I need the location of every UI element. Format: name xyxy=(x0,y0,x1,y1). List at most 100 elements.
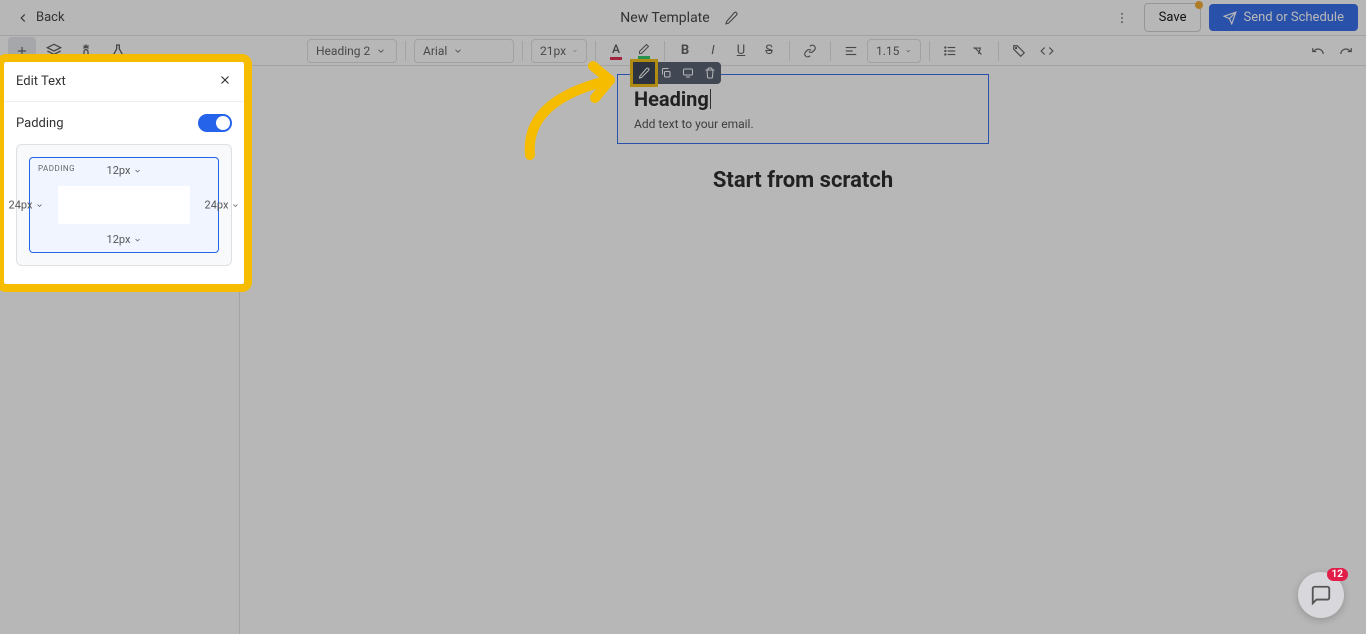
padding-center-box xyxy=(58,186,190,224)
left-tools xyxy=(8,37,132,65)
separator xyxy=(595,41,596,61)
strike-icon: S xyxy=(765,43,773,58)
font-select[interactable]: Arial xyxy=(414,39,514,63)
separator xyxy=(789,41,790,61)
block-preview-button[interactable] xyxy=(677,62,699,84)
header-title-group: New Template xyxy=(620,4,745,32)
selected-text-block[interactable]: Heading Add text to your email. xyxy=(617,74,989,144)
padding-box: PADDING 12px 12px 24px 24px xyxy=(16,144,232,266)
clear-format-button[interactable] xyxy=(966,39,990,63)
padding-top-input[interactable]: 12px xyxy=(107,164,142,177)
padding-editor: PADDING 12px 12px 24px 24px xyxy=(4,144,244,284)
text-block-container: Heading Add text to your email. xyxy=(617,74,989,144)
block-toolbar xyxy=(633,62,721,84)
block-delete-button[interactable] xyxy=(699,62,721,84)
line-height-select[interactable]: 1.15 xyxy=(867,39,921,63)
highlighter-icon xyxy=(638,43,650,55)
close-icon xyxy=(218,73,232,87)
clear-format-icon xyxy=(971,44,985,58)
padding-toggle[interactable] xyxy=(198,114,232,132)
text-format-toolbar: Heading 2 Arial 21px A B I U S xyxy=(307,39,1059,63)
panel-title: Edit Text xyxy=(16,74,66,89)
bold-button[interactable]: B xyxy=(673,39,697,63)
edit-text-panel: Edit Text Padding PADDING 12px 12px 24px… xyxy=(4,62,244,284)
layers-button[interactable] xyxy=(40,37,68,65)
chevron-down-icon xyxy=(905,46,912,56)
heading-style-select[interactable]: Heading 2 xyxy=(307,39,397,63)
bullet-list-button[interactable] xyxy=(938,39,962,63)
flask-icon xyxy=(110,43,126,59)
unsaved-indicator-icon xyxy=(1195,1,1203,9)
highlight-color-button[interactable] xyxy=(632,39,656,63)
font-value: Arial xyxy=(423,44,447,58)
send-button[interactable]: Send or Schedule xyxy=(1209,4,1358,31)
block-duplicate-button[interactable] xyxy=(655,62,677,84)
separator xyxy=(998,41,999,61)
top-header: Back New Template Save Send or Schedule xyxy=(0,0,1366,36)
separator xyxy=(830,41,831,61)
link-button[interactable] xyxy=(798,39,822,63)
panel-close-button[interactable] xyxy=(218,72,232,91)
italic-icon: I xyxy=(711,43,714,58)
text-color-a-icon: A xyxy=(612,42,620,56)
underline-button[interactable]: U xyxy=(729,39,753,63)
dots-vertical-icon xyxy=(1115,11,1129,25)
separator xyxy=(405,41,406,61)
styles-button[interactable] xyxy=(72,37,100,65)
plus-icon xyxy=(15,44,29,58)
redo-button[interactable] xyxy=(1334,39,1358,63)
text-color-swatch-icon xyxy=(610,57,622,60)
padding-bottom-input[interactable]: 12px xyxy=(107,233,142,246)
padding-toggle-row: Padding xyxy=(4,102,244,144)
trash-icon xyxy=(704,67,716,79)
edit-title-button[interactable] xyxy=(718,4,746,32)
panel-header: Edit Text xyxy=(4,62,244,102)
block-edit-button[interactable] xyxy=(633,62,655,84)
placeholder-text[interactable]: Add text to your email. xyxy=(634,117,972,131)
align-button[interactable] xyxy=(839,39,863,63)
test-button[interactable] xyxy=(104,37,132,65)
history-tools xyxy=(1306,39,1358,63)
text-color-button[interactable]: A xyxy=(604,39,628,63)
font-size-value: 21px xyxy=(540,44,566,58)
code-icon xyxy=(1040,44,1054,58)
save-button[interactable]: Save xyxy=(1144,3,1202,32)
chat-badge: 12 xyxy=(1327,568,1348,581)
merge-tag-button[interactable] xyxy=(1007,39,1031,63)
canvas[interactable]: Heading Add text to your email. Start fr… xyxy=(240,66,1366,634)
strike-button[interactable]: S xyxy=(757,39,781,63)
chat-widget-button[interactable]: 12 xyxy=(1298,572,1344,618)
padding-left-input[interactable]: 24px xyxy=(9,199,44,212)
tag-icon xyxy=(1012,44,1026,58)
padding-right-input[interactable]: 24px xyxy=(205,199,240,212)
chevron-down-icon xyxy=(35,201,43,209)
padding-label: Padding xyxy=(16,116,64,131)
chevron-down-icon xyxy=(453,46,463,56)
chevron-down-icon xyxy=(572,46,578,56)
highlight-swatch-icon xyxy=(638,56,650,59)
chevron-down-icon xyxy=(376,46,386,56)
separator xyxy=(929,41,930,61)
chat-icon xyxy=(1310,584,1332,606)
align-icon xyxy=(844,44,858,58)
undo-button[interactable] xyxy=(1306,39,1330,63)
italic-button[interactable]: I xyxy=(701,39,725,63)
add-block-button[interactable] xyxy=(8,37,36,65)
heading-style-value: Heading 2 xyxy=(316,44,370,58)
more-menu-button[interactable] xyxy=(1108,4,1136,32)
font-size-select[interactable]: 21px xyxy=(531,39,587,63)
heading-text[interactable]: Heading xyxy=(634,87,709,111)
save-label: Save xyxy=(1159,10,1187,25)
back-label: Back xyxy=(36,10,65,25)
copy-icon xyxy=(660,67,672,79)
chevron-down-icon xyxy=(231,201,239,209)
chevron-down-icon xyxy=(133,236,141,244)
line-height-value: 1.15 xyxy=(876,44,899,58)
pencil-icon xyxy=(725,11,739,25)
back-button[interactable]: Back xyxy=(8,6,73,29)
chevron-down-icon xyxy=(133,167,141,175)
underline-icon: U xyxy=(737,43,745,58)
redo-icon xyxy=(1339,44,1353,58)
list-icon xyxy=(943,44,957,58)
code-button[interactable] xyxy=(1035,39,1059,63)
